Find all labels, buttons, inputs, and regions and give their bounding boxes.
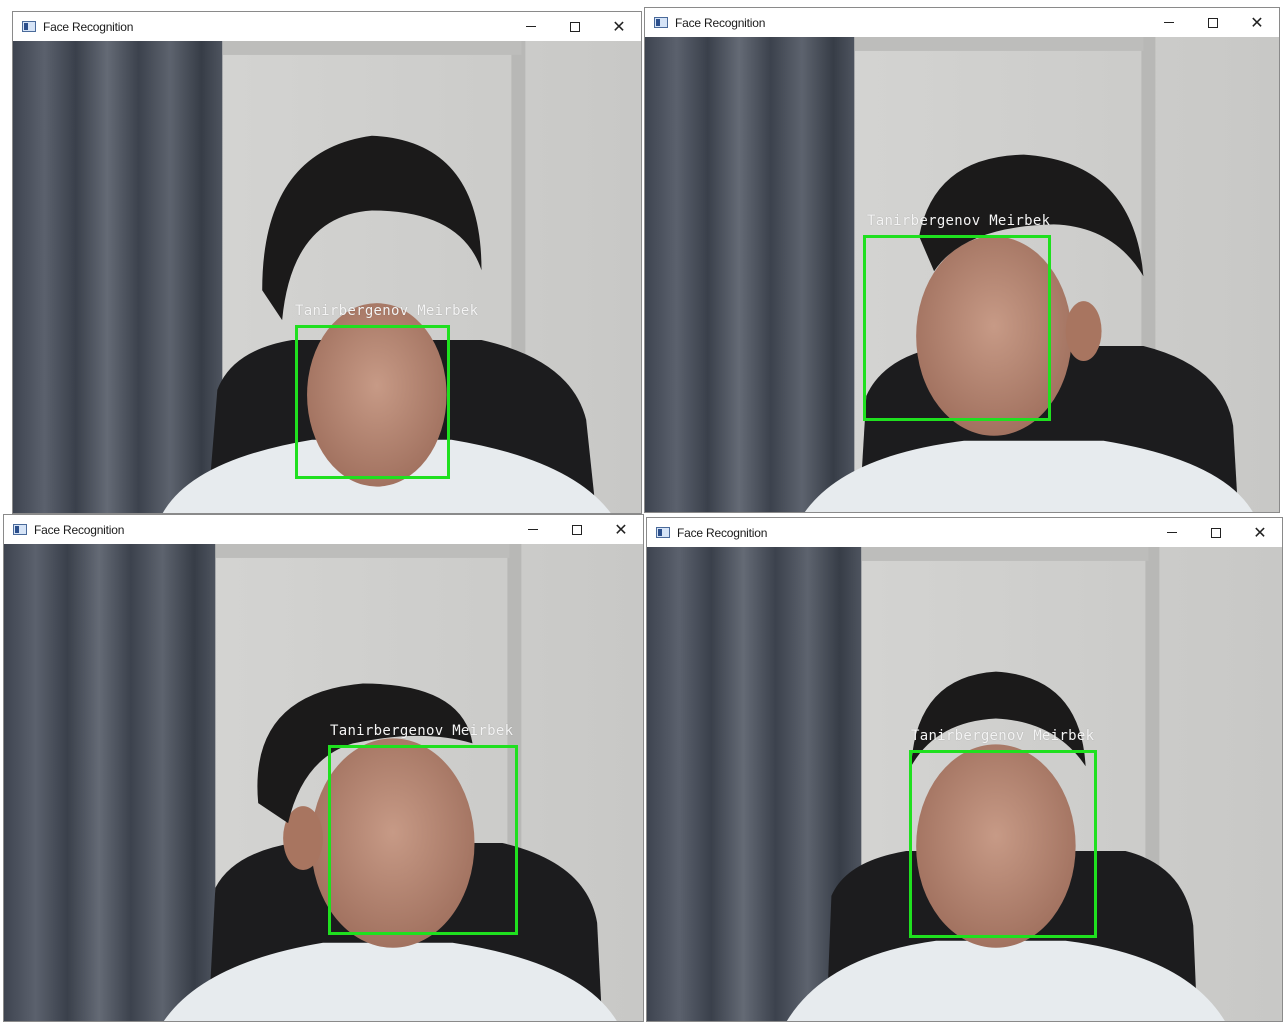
- window-title: Face Recognition: [43, 19, 134, 34]
- close-button[interactable]: ✕: [597, 12, 641, 41]
- minimize-button[interactable]: [1147, 8, 1191, 37]
- face-bounding-box: [909, 750, 1097, 938]
- face-recognition-window-2[interactable]: Face Recognition ✕ Tanirbergenov Meirbek: [644, 7, 1280, 513]
- face-identity-label: Tanirbergenov Meirbek: [330, 723, 514, 739]
- maximize-button[interactable]: [555, 515, 599, 544]
- maximize-button[interactable]: [553, 12, 597, 41]
- face-identity-label: Tanirbergenov Meirbek: [295, 303, 479, 319]
- maximize-button[interactable]: [1191, 8, 1235, 37]
- face-recognition-window-1[interactable]: Face Recognition ✕ Tanirbergenov Meirbek: [12, 11, 642, 514]
- minimize-button[interactable]: [509, 12, 553, 41]
- camera-feed: Tanirbergenov Meirbek: [647, 547, 1282, 1021]
- window-title: Face Recognition: [34, 522, 125, 537]
- window-title: Face Recognition: [675, 15, 766, 30]
- app-window-icon: [13, 524, 27, 535]
- camera-feed: Tanirbergenov Meirbek: [645, 37, 1279, 512]
- camera-feed: Tanirbergenov Meirbek: [4, 544, 643, 1021]
- webcam-frame: [4, 544, 643, 1021]
- close-button[interactable]: ✕: [599, 515, 643, 544]
- app-window-icon: [656, 527, 670, 538]
- face-bounding-box: [863, 235, 1051, 421]
- minimize-button[interactable]: [1150, 518, 1194, 547]
- camera-feed: Tanirbergenov Meirbek: [13, 41, 641, 513]
- title-bar[interactable]: Face Recognition ✕: [645, 8, 1279, 37]
- title-bar[interactable]: Face Recognition ✕: [4, 515, 643, 544]
- close-button[interactable]: ✕: [1235, 8, 1279, 37]
- face-recognition-window-4[interactable]: Face Recognition ✕ Tanirbergenov Meirbek: [646, 517, 1283, 1022]
- app-window-icon: [22, 21, 36, 32]
- title-bar[interactable]: Face Recognition ✕: [647, 518, 1282, 547]
- maximize-button[interactable]: [1194, 518, 1238, 547]
- face-bounding-box: [328, 745, 518, 935]
- title-bar[interactable]: Face Recognition ✕: [13, 12, 641, 41]
- close-button[interactable]: ✕: [1238, 518, 1282, 547]
- face-identity-label: Tanirbergenov Meirbek: [911, 728, 1095, 744]
- face-recognition-window-3[interactable]: Face Recognition ✕ Tanirbergenov Meirbek: [3, 514, 644, 1022]
- window-title: Face Recognition: [677, 525, 768, 540]
- face-bounding-box: [295, 325, 450, 479]
- app-window-icon: [654, 17, 668, 28]
- face-identity-label: Tanirbergenov Meirbek: [867, 213, 1051, 229]
- minimize-button[interactable]: [511, 515, 555, 544]
